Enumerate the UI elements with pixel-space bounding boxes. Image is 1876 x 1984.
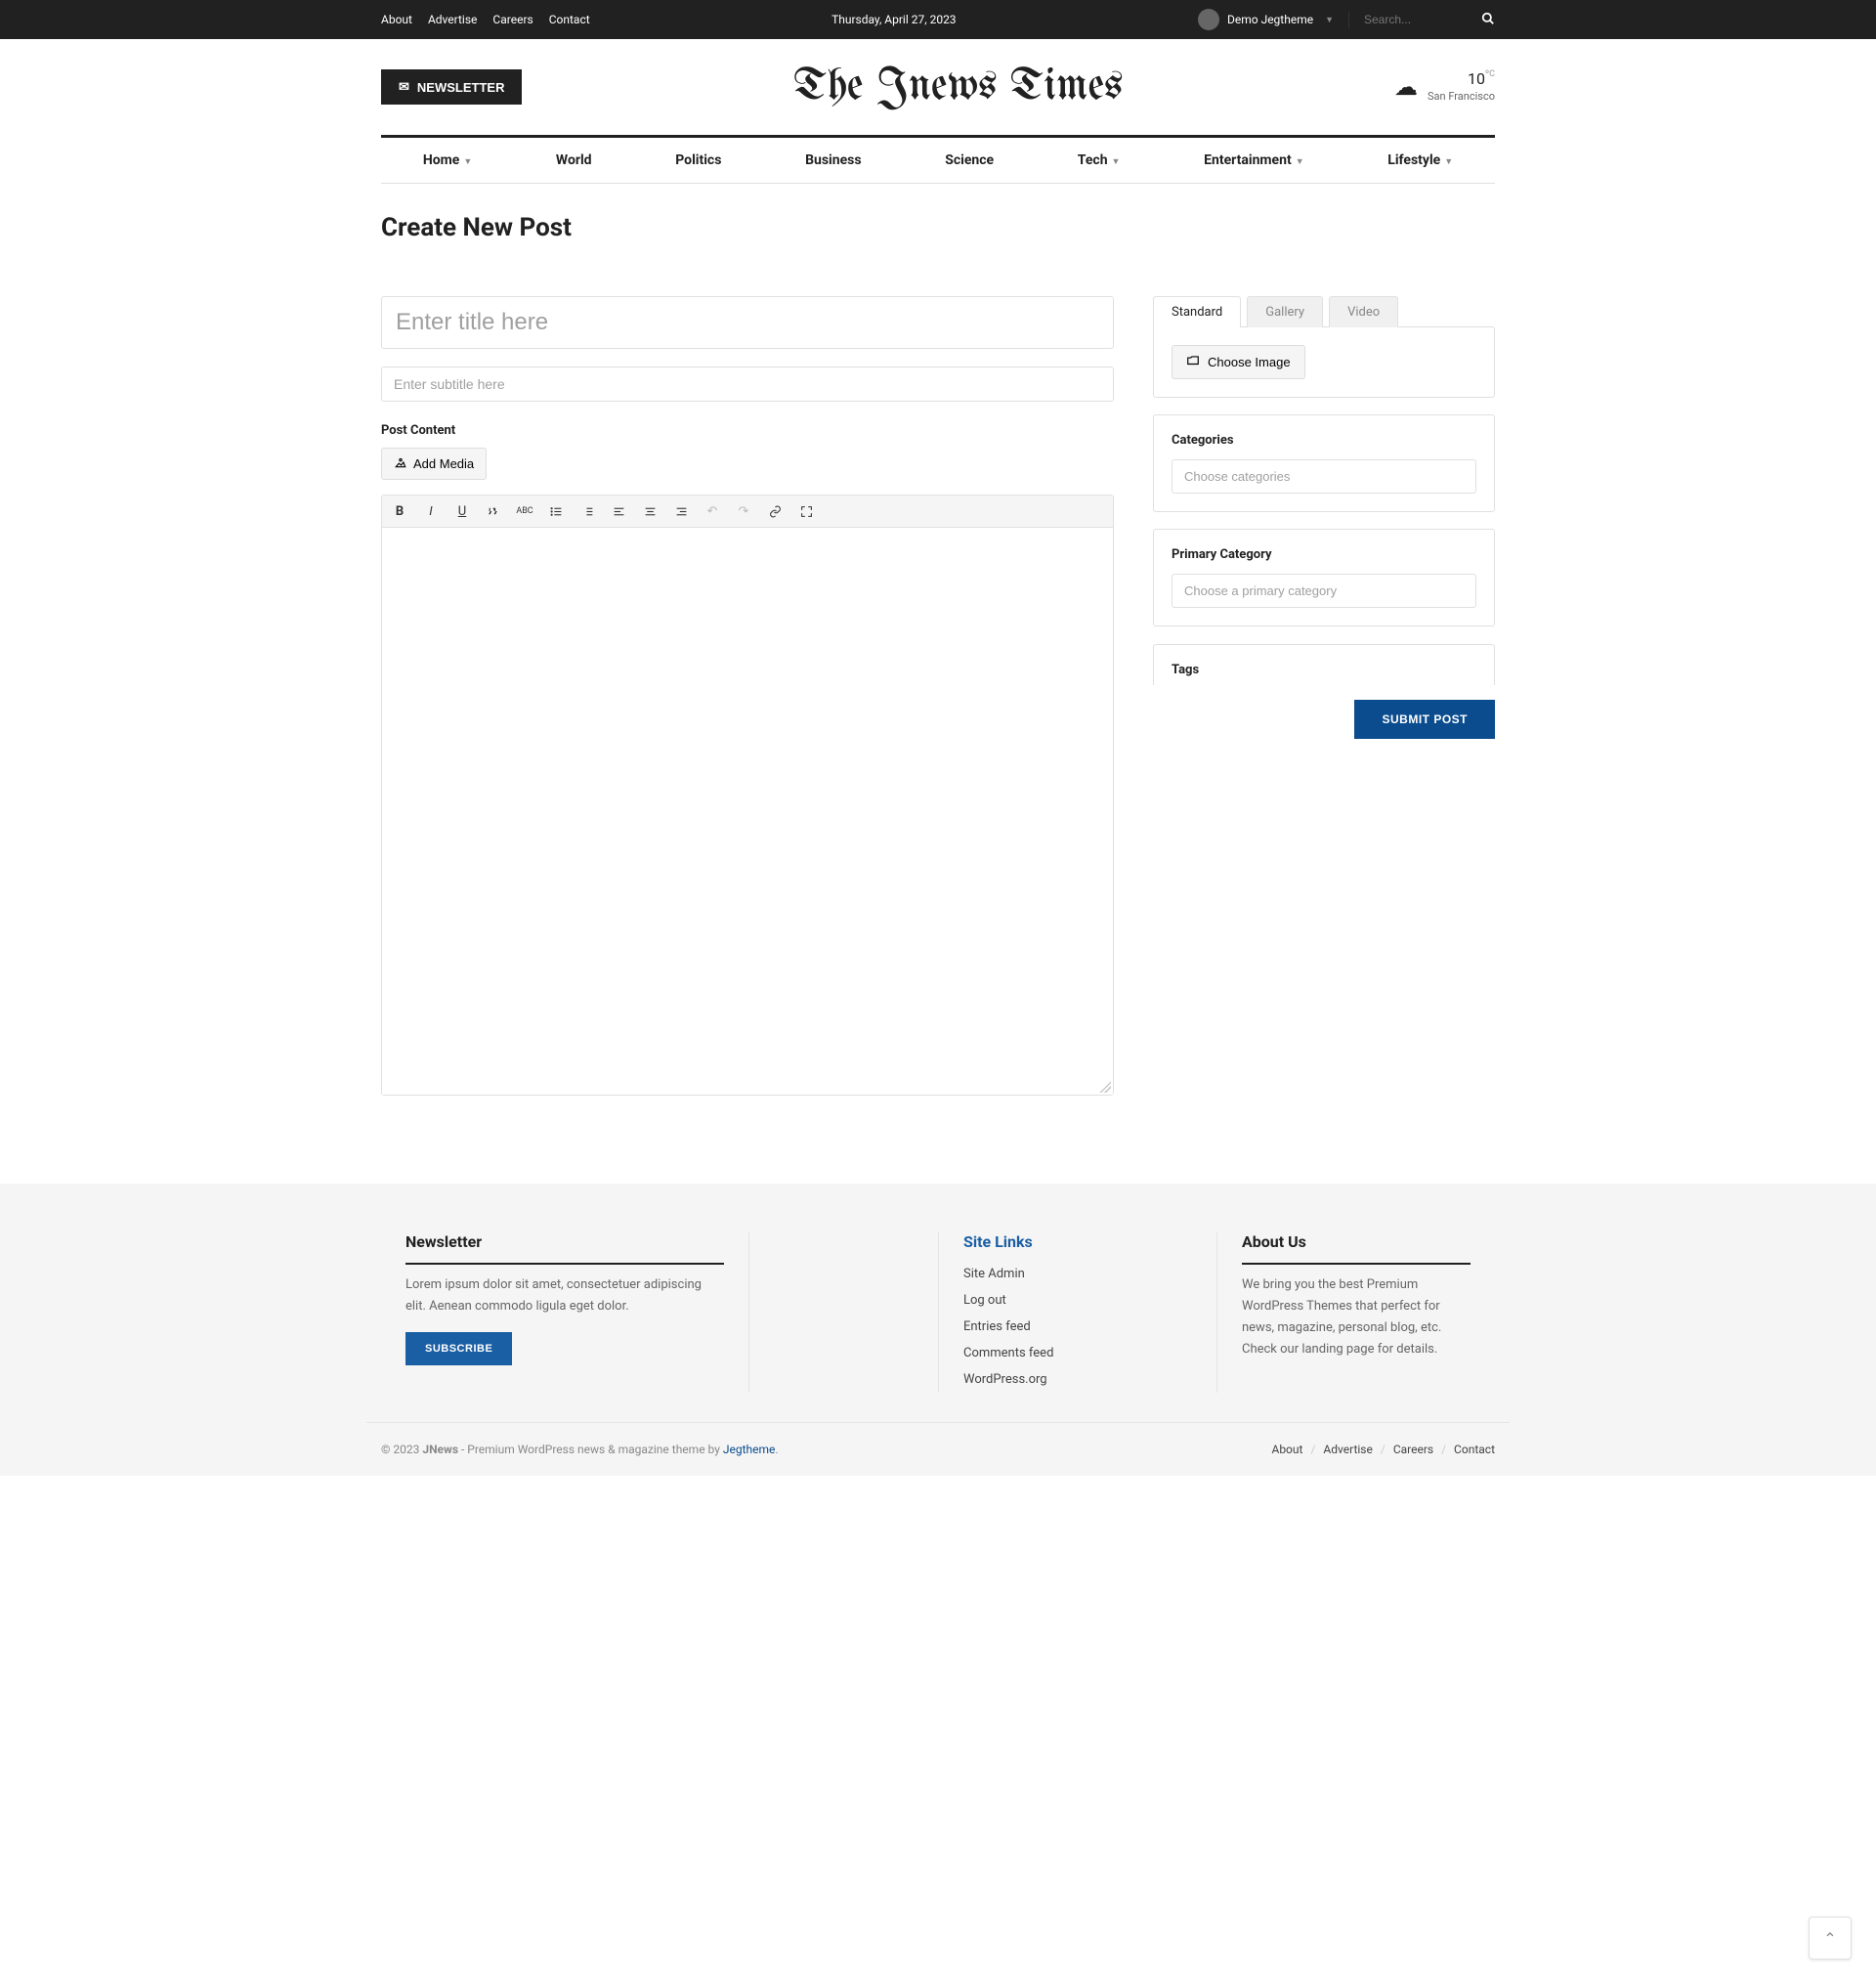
tags-panel: Tags: [1153, 644, 1495, 685]
nav-item-tech[interactable]: Tech▼: [1068, 138, 1130, 183]
post-subtitle-input[interactable]: [381, 367, 1114, 402]
footer-newsletter-heading: Newsletter: [405, 1232, 724, 1265]
footer-about-text: We bring you the best Premium WordPress …: [1242, 1274, 1471, 1360]
jegtheme-link[interactable]: Jegtheme: [723, 1443, 776, 1456]
search-box: [1348, 12, 1495, 28]
tab-gallery[interactable]: Gallery: [1247, 296, 1323, 327]
post-title-input[interactable]: [381, 296, 1114, 349]
chevron-down-icon: ▼: [1112, 157, 1121, 167]
topbar-link-about[interactable]: About: [381, 13, 412, 26]
bold-button[interactable]: B: [390, 501, 409, 521]
avatar: [1198, 9, 1219, 30]
align-right-button[interactable]: [671, 501, 691, 521]
align-center-button[interactable]: [640, 501, 660, 521]
sitelink-item[interactable]: Site Admin: [963, 1261, 1192, 1287]
quote-button[interactable]: [484, 501, 503, 521]
weather-widget: ☁ 10ºC San Francisco: [1394, 69, 1495, 104]
newsletter-label: NEWSLETTER: [417, 80, 505, 95]
editor-toolbar: B I U ABC ↶ ↷: [382, 496, 1113, 528]
weather-unit: ºC: [1485, 69, 1495, 79]
editor: B I U ABC ↶ ↷: [381, 495, 1114, 1096]
username: Demo Jegtheme: [1227, 13, 1313, 26]
categories-panel: Categories: [1153, 414, 1495, 512]
add-media-label: Add Media: [413, 456, 474, 471]
page-title: Create New Post: [381, 213, 1495, 242]
footer-sitelinks-heading: Site Links: [963, 1232, 1192, 1251]
align-left-button[interactable]: [609, 501, 628, 521]
post-content-label: Post Content: [381, 423, 1114, 438]
primary-category-input[interactable]: [1172, 574, 1476, 608]
categories-label: Categories: [1172, 433, 1476, 448]
weather-location: San Francisco: [1428, 90, 1495, 104]
main-nav: Home▼ World Politics Business Science Tech▼ En…: [381, 135, 1495, 184]
nav-item-lifestyle[interactable]: Lifestyle▼: [1378, 138, 1463, 183]
folder-open-icon: [1186, 354, 1200, 370]
nav-item-entertainment[interactable]: Entertainment▼: [1194, 138, 1313, 183]
chevron-down-icon: ▼: [1444, 157, 1453, 167]
search-icon[interactable]: [1481, 12, 1495, 28]
resize-handle[interactable]: [1099, 1081, 1111, 1093]
user-menu[interactable]: Demo Jegtheme ▼: [1198, 9, 1334, 30]
topbar-link-careers[interactable]: Careers: [492, 13, 533, 26]
cloud-icon: ☁: [1394, 73, 1418, 101]
link-button[interactable]: [765, 501, 785, 521]
add-media-button[interactable]: Add Media: [381, 448, 487, 480]
site-title[interactable]: The Jnews Times: [522, 64, 1394, 110]
strikethrough-button[interactable]: ABC: [515, 501, 534, 521]
tab-video[interactable]: Video: [1329, 296, 1398, 327]
subscribe-button[interactable]: SUBSCRIBE: [405, 1332, 512, 1365]
envelope-icon: ✉: [399, 79, 409, 95]
choose-image-button[interactable]: Choose Image: [1172, 345, 1305, 379]
sitelink-item[interactable]: Comments feed: [963, 1340, 1192, 1366]
search-input[interactable]: [1364, 13, 1481, 26]
undo-button[interactable]: ↶: [703, 501, 722, 521]
nav-item-business[interactable]: Business: [795, 138, 871, 183]
sitelink-item[interactable]: Entries feed: [963, 1314, 1192, 1340]
topbar-link-advertise[interactable]: Advertise: [428, 13, 477, 26]
sitelink-item[interactable]: Log out: [963, 1287, 1192, 1314]
underline-button[interactable]: U: [452, 501, 472, 521]
italic-button[interactable]: I: [421, 501, 441, 521]
topbar-links: About Advertise Careers Contact: [381, 13, 590, 26]
chevron-down-icon: ▼: [463, 157, 472, 167]
topbar: About Advertise Careers Contact Thursday…: [0, 0, 1876, 39]
redo-button[interactable]: ↷: [734, 501, 753, 521]
topbar-link-contact[interactable]: Contact: [549, 13, 590, 26]
footer-newsletter-text: Lorem ipsum dolor sit amet, consectetuer…: [405, 1274, 724, 1317]
tab-standard[interactable]: Standard: [1153, 296, 1241, 327]
footer-about-heading: About Us: [1242, 1232, 1471, 1265]
bullet-list-button[interactable]: [546, 501, 566, 521]
primary-category-panel: Primary Category: [1153, 529, 1495, 626]
tags-label: Tags: [1172, 663, 1476, 677]
primary-category-label: Primary Category: [1172, 547, 1476, 562]
nav-item-politics[interactable]: Politics: [665, 138, 731, 183]
newsletter-button[interactable]: ✉ NEWSLETTER: [381, 69, 522, 105]
topbar-date: Thursday, April 27, 2023: [590, 13, 1198, 26]
media-icon: [394, 455, 407, 472]
footer-bottom-link[interactable]: Careers: [1393, 1443, 1433, 1456]
chevron-down-icon: ▼: [1296, 157, 1304, 167]
categories-input[interactable]: [1172, 459, 1476, 494]
chevron-down-icon: ▼: [1325, 15, 1334, 25]
footer-bottom-link[interactable]: Contact: [1454, 1443, 1495, 1456]
nav-item-home[interactable]: Home▼: [413, 138, 482, 183]
nav-item-world[interactable]: World: [546, 138, 602, 183]
fullscreen-button[interactable]: [796, 501, 816, 521]
format-panel: Choose Image: [1153, 326, 1495, 398]
format-tabs: Standard Gallery Video: [1153, 296, 1495, 327]
ordered-list-button[interactable]: [577, 501, 597, 521]
chevron-up-icon: ⌃: [1823, 1929, 1836, 1948]
copyright: © 2023 JNews - Premium WordPress news & …: [381, 1443, 779, 1456]
submit-post-button[interactable]: SUBMIT POST: [1354, 700, 1495, 739]
editor-body[interactable]: [382, 528, 1113, 1095]
choose-image-label: Choose Image: [1208, 355, 1291, 369]
header: ✉ NEWSLETTER The Jnews Times ☁ 10ºC San …: [366, 39, 1510, 135]
nav-item-science[interactable]: Science: [935, 138, 1003, 183]
weather-temp: 10: [1468, 69, 1485, 88]
scroll-to-top-button[interactable]: ⌃: [1809, 1917, 1852, 1960]
sitelink-item[interactable]: WordPress.org: [963, 1366, 1192, 1393]
footer: Newsletter Lorem ipsum dolor sit amet, c…: [0, 1184, 1876, 1476]
footer-bottom-link[interactable]: About: [1271, 1443, 1302, 1456]
footer-bottom-link[interactable]: Advertise: [1323, 1443, 1372, 1456]
